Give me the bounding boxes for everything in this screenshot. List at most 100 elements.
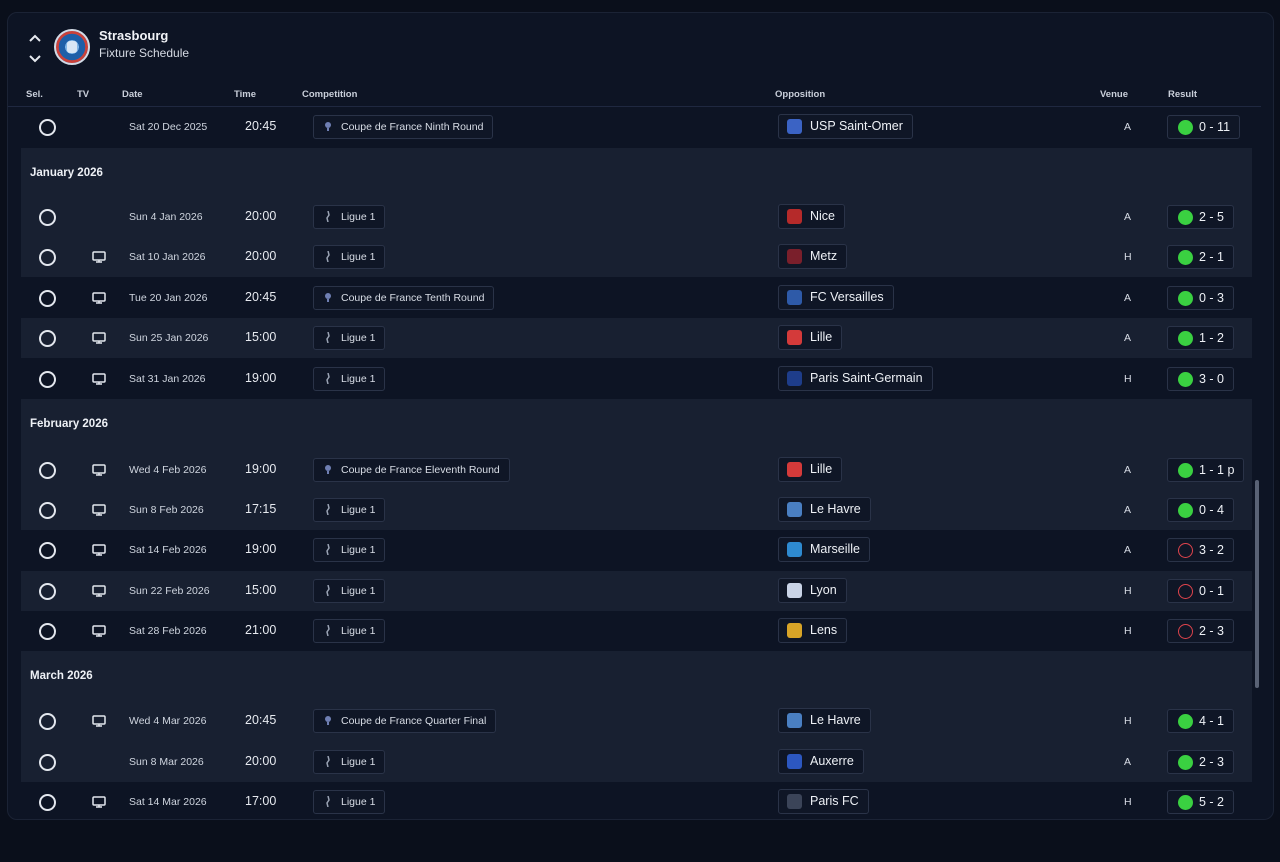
competition-chip[interactable]: Ligue 1 (313, 750, 386, 774)
result-chip[interactable]: 0 - 4 (1167, 498, 1235, 522)
collapse-toggle[interactable] (28, 30, 42, 66)
scrollbar[interactable] (1255, 480, 1259, 688)
opposition-chip[interactable]: Paris FC (778, 789, 869, 814)
select-radio[interactable] (39, 583, 56, 600)
opposition-chip[interactable]: Metz (778, 244, 848, 269)
result-score: 5 - 2 (1199, 795, 1225, 809)
col-competition[interactable]: Competition (302, 89, 357, 100)
select-radio[interactable] (39, 209, 56, 226)
fixture-row[interactable]: Sat 14 Mar 2026 17:00 Ligue 1 Paris FC H 5 - … (21, 782, 1252, 819)
fixture-time: 20:00 (245, 209, 277, 223)
col-venue[interactable]: Venue (1100, 89, 1128, 100)
select-radio[interactable] (39, 542, 56, 559)
select-radio[interactable] (39, 462, 56, 479)
fixture-row[interactable]: Wed 4 Feb 2026 19:00 Coupe de France Eleve… (21, 450, 1252, 490)
fixture-row[interactable]: Sat 14 Feb 2026 19:00 Ligue 1 Marseille A 3 -… (21, 530, 1252, 570)
result-chip[interactable]: 0 - 3 (1167, 286, 1235, 310)
result-chip[interactable]: 1 - 2 (1167, 326, 1235, 350)
win-dot-icon (1178, 250, 1193, 265)
competition-chip[interactable]: Coupe de France Quarter Final (313, 709, 497, 733)
result-chip[interactable]: 4 - 1 (1167, 709, 1235, 733)
competition-chip[interactable]: Ligue 1 (313, 367, 386, 391)
select-radio[interactable] (39, 713, 56, 730)
fixture-row[interactable]: Sat 10 Jan 2026 20:00 Ligue 1 Metz H 2 - 1 (21, 237, 1252, 277)
competition-chip[interactable]: Coupe de France Eleventh Round (313, 458, 510, 482)
fixture-row[interactable]: Sat 31 Jan 2026 19:00 Ligue 1 Paris Saint-G… (21, 359, 1252, 399)
lille-crest-icon (787, 462, 802, 477)
select-radio[interactable] (39, 794, 56, 811)
competition-chip[interactable]: Ligue 1 (313, 326, 386, 350)
result-chip[interactable]: 0 - 11 (1167, 115, 1241, 139)
select-radio[interactable] (39, 330, 56, 347)
competition-chip[interactable]: Ligue 1 (313, 790, 386, 814)
fixture-row[interactable]: Tue 20 Jan 2026 20:45 Coupe de France Tent… (21, 278, 1252, 318)
result-chip[interactable]: 1 - 1 p (1167, 458, 1245, 482)
opposition-chip[interactable]: Marseille (778, 537, 871, 562)
competition-chip[interactable]: Coupe de France Tenth Round (313, 286, 495, 310)
col-time[interactable]: Time (234, 89, 256, 100)
opposition-chip[interactable]: Nice (778, 204, 846, 229)
select-radio[interactable] (39, 290, 56, 307)
opposition-name: Marseille (810, 542, 861, 556)
win-dot-icon (1178, 463, 1193, 478)
column-headers: Sel. TV Date Time Competition Opposition… (8, 83, 1261, 107)
opposition-chip[interactable]: USP Saint-Omer (778, 114, 913, 139)
select-radio[interactable] (39, 119, 56, 136)
result-chip[interactable]: 2 - 5 (1167, 205, 1235, 229)
opposition-chip[interactable]: Auxerre (778, 749, 864, 774)
opposition-chip[interactable]: Lyon (778, 578, 847, 603)
opposition-chip[interactable]: Paris Saint-Germain (778, 366, 933, 391)
opposition-chip[interactable]: Lille (778, 325, 843, 350)
venue: A (1124, 211, 1132, 223)
result-score: 2 - 1 (1199, 250, 1225, 264)
fixture-date: Sat 31 Jan 2026 (129, 373, 206, 385)
col-result[interactable]: Result (1168, 89, 1197, 100)
fixture-row[interactable]: Wed 4 Mar 2026 20:45 Coupe de France Quart… (21, 701, 1252, 741)
competition-chip[interactable]: Ligue 1 (313, 538, 386, 562)
fixture-date: Sat 28 Feb 2026 (129, 625, 207, 637)
result-chip[interactable]: 5 - 2 (1167, 790, 1235, 814)
venue: H (1124, 373, 1132, 385)
select-radio[interactable] (39, 623, 56, 640)
competition-chip[interactable]: Ligue 1 (313, 205, 386, 229)
result-chip[interactable]: 2 - 3 (1167, 750, 1235, 774)
fixture-row[interactable]: Sat 20 Dec 2025 20:45 Coupe de France Nint… (21, 107, 1252, 147)
versailles-crest-icon (787, 290, 802, 305)
result-chip[interactable]: 2 - 3 (1167, 619, 1235, 643)
fixture-row[interactable]: Sun 8 Mar 2026 20:00 Ligue 1 Auxerre A 2 - 3 (21, 742, 1252, 782)
col-tv[interactable]: TV (77, 89, 89, 100)
select-radio[interactable] (39, 371, 56, 388)
opposition-name: Metz (810, 249, 838, 263)
select-radio[interactable] (39, 754, 56, 771)
opposition-chip[interactable]: FC Versailles (778, 285, 894, 310)
result-chip[interactable]: 3 - 2 (1167, 538, 1235, 562)
opposition-chip[interactable]: Lille (778, 457, 843, 482)
result-score: 0 - 3 (1199, 291, 1225, 305)
competition-chip[interactable]: Ligue 1 (313, 579, 386, 603)
result-chip[interactable]: 0 - 1 (1167, 579, 1235, 603)
venue: A (1124, 756, 1132, 768)
opposition-chip[interactable]: Lens (778, 618, 848, 643)
fixture-row[interactable]: Sun 4 Jan 2026 20:00 Ligue 1 Nice A 2 - 5 (21, 197, 1252, 237)
fixture-row[interactable]: Sun 8 Feb 2026 17:15 Ligue 1 Le Havre A 0 - 4 (21, 490, 1252, 530)
col-opposition[interactable]: Opposition (775, 89, 825, 100)
venue: A (1124, 504, 1132, 516)
fixture-row[interactable]: Sun 22 Feb 2026 15:00 Ligue 1 Lyon H 0 - 1 (21, 571, 1252, 611)
select-radio[interactable] (39, 249, 56, 266)
fixture-row[interactable]: Sun 25 Jan 2026 15:00 Ligue 1 Lille A 1 - 2 (21, 318, 1252, 358)
opposition-chip[interactable]: Le Havre (778, 497, 871, 522)
col-sel[interactable]: Sel. (26, 89, 43, 100)
ligue1-icon (326, 544, 330, 555)
competition-name: Ligue 1 (341, 211, 376, 223)
fixture-row[interactable]: Sat 28 Feb 2026 21:00 Ligue 1 Lens H 2 - 3 (21, 611, 1252, 651)
select-radio[interactable] (39, 502, 56, 519)
result-chip[interactable]: 3 - 0 (1167, 367, 1235, 391)
competition-chip[interactable]: Ligue 1 (313, 245, 386, 269)
competition-chip[interactable]: Ligue 1 (313, 498, 386, 522)
competition-chip[interactable]: Coupe de France Ninth Round (313, 115, 494, 139)
opposition-name: Lille (810, 330, 833, 344)
result-chip[interactable]: 2 - 1 (1167, 245, 1235, 269)
col-date[interactable]: Date (122, 89, 143, 100)
opposition-chip[interactable]: Le Havre (778, 708, 871, 733)
competition-chip[interactable]: Ligue 1 (313, 619, 386, 643)
